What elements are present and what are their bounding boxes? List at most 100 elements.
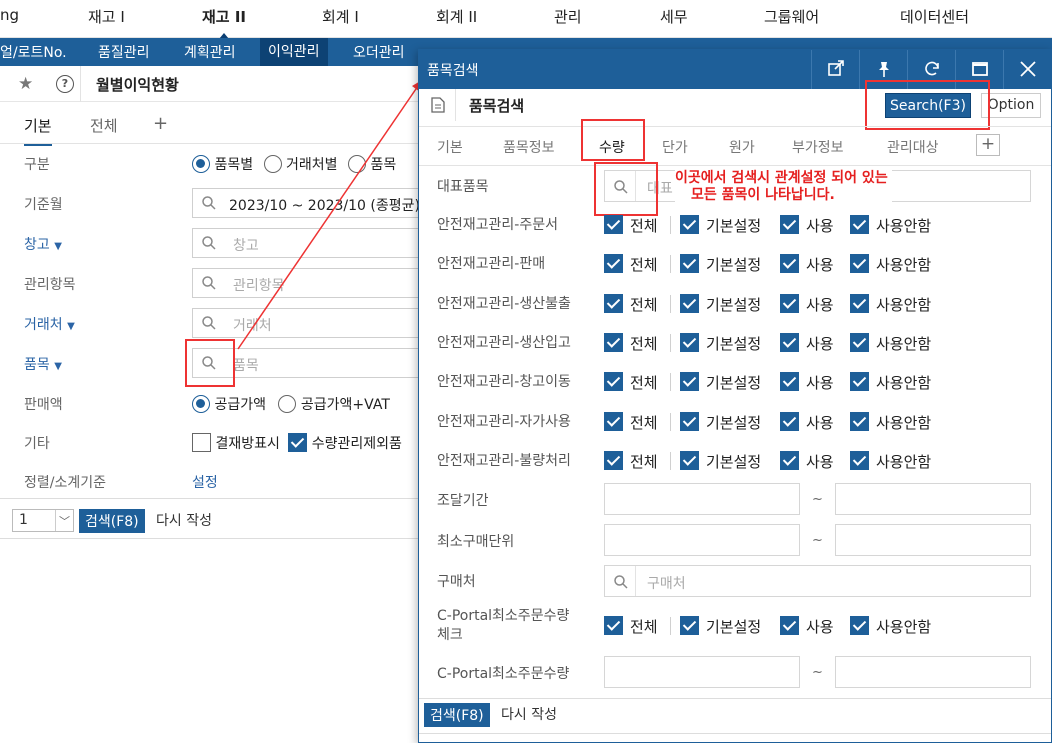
tab-managed[interactable]: 관리대상: [887, 137, 939, 157]
item-search-modal: 품목검색 품목검색 Search(F3) Option 기본 품목정보 수량 단…: [418, 49, 1052, 743]
checkbox-label: 사용: [806, 618, 834, 636]
search-f8-button[interactable]: 검색(F8): [424, 703, 490, 727]
open-new-window-button[interactable]: [811, 50, 859, 89]
checkbox-label: 기본설정: [706, 374, 762, 392]
divider: [670, 413, 671, 431]
checkbox-use[interactable]: [780, 254, 799, 273]
checkbox-not-use[interactable]: [850, 294, 869, 313]
cportal-qty-to[interactable]: [835, 656, 1031, 688]
checkbox-use[interactable]: [780, 333, 799, 352]
checkbox-label: 사용안함: [876, 453, 932, 471]
lead-time-to[interactable]: [835, 483, 1031, 515]
checkbox-default[interactable]: [680, 294, 699, 313]
checkbox-all[interactable]: [604, 372, 623, 391]
checkbox-not-use[interactable]: [850, 412, 869, 431]
min-unit-from[interactable]: [604, 524, 800, 556]
checkbox-not-use[interactable]: [850, 254, 869, 273]
modal-title: 품목검색: [469, 97, 525, 115]
tab-extra-info[interactable]: 부가정보: [792, 137, 844, 157]
modal-window-title: 품목검색: [427, 63, 479, 79]
refresh-icon: [925, 61, 939, 76]
tab-price[interactable]: 단가: [662, 137, 688, 157]
tab-add-button[interactable]: +: [976, 134, 1000, 156]
label-safety-stock-row: 안전재고관리-주문서: [437, 217, 558, 233]
search-icon[interactable]: [613, 574, 629, 590]
checkbox-label: 사용안함: [876, 296, 932, 314]
checkbox-label: 기본설정: [706, 414, 762, 432]
checkbox-default[interactable]: [680, 254, 699, 273]
range-tilde: ~: [812, 665, 823, 680]
min-unit-to[interactable]: [835, 524, 1031, 556]
buyer-input[interactable]: 구매처: [604, 565, 1031, 597]
checkbox-label: 전체: [630, 618, 658, 636]
checkbox-not-use[interactable]: [850, 372, 869, 391]
checkbox-not-use[interactable]: [850, 333, 869, 352]
checkbox-label: 전체: [630, 296, 658, 314]
divider: [455, 89, 456, 121]
close-icon: [1020, 61, 1036, 77]
tab-basic[interactable]: 기본: [437, 137, 463, 157]
checkbox-default[interactable]: [680, 215, 699, 234]
checkbox-label: 사용안함: [876, 618, 932, 636]
buyer-placeholder: 구매처: [647, 576, 686, 592]
checkbox-label: 사용안함: [876, 335, 932, 353]
checkbox-default[interactable]: [680, 451, 699, 470]
tab-item-info[interactable]: 품목정보: [503, 137, 555, 157]
checkbox-default[interactable]: [680, 333, 699, 352]
highlight-search-button: [865, 80, 990, 130]
label-safety-stock-row: 안전재고관리-생산입고: [437, 335, 571, 351]
checkbox-all[interactable]: [604, 215, 623, 234]
checkbox-not-use[interactable]: [850, 616, 869, 635]
checkbox-not-use[interactable]: [850, 215, 869, 234]
checkbox-all[interactable]: [604, 451, 623, 470]
checkbox-not-use[interactable]: [850, 451, 869, 470]
rewrite-button[interactable]: 다시 작성: [501, 704, 557, 724]
tab-cost[interactable]: 원가: [729, 137, 755, 157]
checkbox-use[interactable]: [780, 616, 799, 635]
checkbox-label: 전체: [630, 335, 658, 353]
option-button[interactable]: Option: [981, 93, 1041, 118]
checkbox-all[interactable]: [604, 616, 623, 635]
range-tilde: ~: [812, 492, 823, 507]
external-link-icon: [828, 60, 844, 76]
checkbox-all[interactable]: [604, 294, 623, 313]
range-tilde: ~: [812, 533, 823, 548]
checkbox-label: 사용: [806, 256, 834, 274]
lead-time-from[interactable]: [604, 483, 800, 515]
label-safety-stock-row: 안전재고관리-판매: [437, 256, 546, 272]
pin-icon: [879, 62, 889, 77]
checkbox-label: 전체: [630, 374, 658, 392]
checkbox-label: 사용: [806, 453, 834, 471]
checkbox-use[interactable]: [780, 412, 799, 431]
checkbox-all[interactable]: [604, 412, 623, 431]
checkbox-default[interactable]: [680, 616, 699, 635]
checkbox-label: 사용안함: [876, 414, 932, 432]
checkbox-label: 기본설정: [706, 217, 762, 235]
label-safety-stock-row: 안전재고관리-자가사용: [437, 414, 571, 430]
divider: [670, 216, 671, 234]
checkbox-label: 사용: [806, 414, 834, 432]
label-cportal-check: C-Portal최소주문수량 체크: [437, 608, 570, 643]
checkbox-label: 기본설정: [706, 453, 762, 471]
divider: [670, 617, 671, 635]
label-safety-stock-row: 안전재고관리-불량처리: [437, 453, 571, 469]
maximize-icon: [972, 62, 988, 76]
checkbox-default[interactable]: [680, 372, 699, 391]
label-safety-stock-row: 안전재고관리-생산불출: [437, 296, 571, 312]
checkbox-use[interactable]: [780, 294, 799, 313]
checkbox-use[interactable]: [780, 215, 799, 234]
checkbox-use[interactable]: [780, 372, 799, 391]
checkbox-label: 기본설정: [706, 296, 762, 314]
label-buyer: 구매처: [437, 574, 476, 590]
highlight-rep-item-search: [594, 162, 658, 216]
checkbox-label: 전체: [630, 256, 658, 274]
checkbox-all[interactable]: [604, 333, 623, 352]
checkbox-use[interactable]: [780, 451, 799, 470]
divider: [670, 373, 671, 391]
label-safety-stock-row: 안전재고관리-창고이동: [437, 374, 571, 390]
divider: [419, 126, 1051, 127]
checkbox-default[interactable]: [680, 412, 699, 431]
cportal-qty-from[interactable]: [604, 656, 800, 688]
close-button[interactable]: [1003, 50, 1051, 89]
checkbox-all[interactable]: [604, 254, 623, 273]
